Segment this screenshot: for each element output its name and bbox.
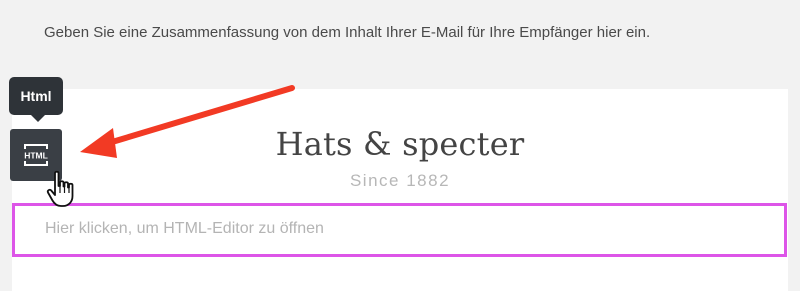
email-canvas: Hats & specter Since 1882 Hier klicken, … bbox=[12, 89, 788, 291]
html-block-placeholder: Hier klicken, um HTML-Editor zu öffnen bbox=[45, 220, 324, 237]
preheader-text[interactable]: Geben Sie eine Zusammenfassung von dem I… bbox=[44, 24, 650, 41]
html-tooltip: Html bbox=[9, 77, 63, 122]
html-block[interactable]: Hier klicken, um HTML-Editor zu öffnen bbox=[12, 203, 787, 257]
html-file-icon: HTML bbox=[24, 144, 48, 166]
tooltip-label: Html bbox=[20, 88, 52, 104]
html-tool-button[interactable]: HTML bbox=[10, 129, 62, 181]
logo-title: Hats & specter bbox=[275, 125, 525, 163]
logo-subtitle: Since 1882 bbox=[349, 171, 451, 190]
html-icon-text: HTML bbox=[24, 151, 48, 161]
